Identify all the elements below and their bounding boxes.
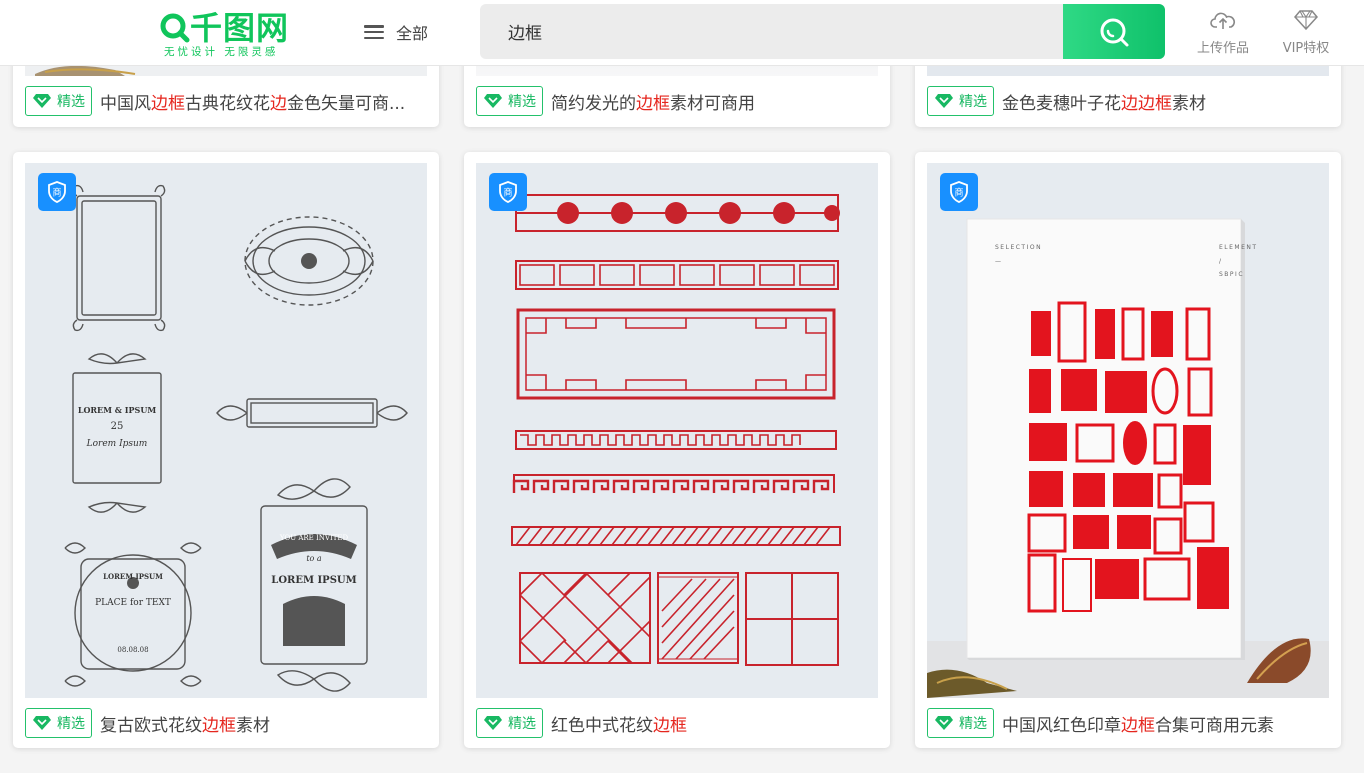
category-menu[interactable]: 全部 — [364, 18, 428, 46]
commercial-label: 商 — [954, 187, 963, 199]
featured-badge[interactable]: 精选 — [927, 86, 994, 116]
diamond-badge-icon — [935, 716, 953, 730]
top-header: 千图网 无忧设计 无限灵感 全部 上传作品 — [0, 0, 1364, 66]
card-title[interactable]: 中国风边框古典花纹花边金色矢量可商... — [100, 89, 405, 114]
commercial-badge: 商 — [489, 173, 527, 211]
featured-badge-label: 精选 — [57, 94, 85, 110]
logo-text: 千图网 — [190, 9, 290, 47]
diamond-icon — [1294, 10, 1318, 31]
thumb-text: PLACE for TEXT — [95, 598, 171, 608]
commercial-label: 商 — [52, 187, 61, 199]
thumb-text: SELECTION — [995, 244, 1042, 251]
thumb-text: YOU ARE INVITED — [279, 534, 349, 542]
search-input[interactable] — [480, 4, 1062, 59]
svg-text:/: / — [1219, 258, 1223, 265]
card-title[interactable]: 简约发光的边框素材可商用 — [551, 89, 755, 114]
thumb-text: LOREM & IPSUM — [78, 405, 157, 415]
card-meta: 精选 中国风红色印章边框合集可商用元素 — [927, 707, 1274, 739]
commercial-badge: 商 — [940, 173, 978, 211]
featured-badge[interactable]: 精选 — [927, 708, 994, 738]
featured-badge[interactable]: 精选 — [476, 708, 543, 738]
logo-wordmark: 千图网 — [160, 10, 289, 46]
search-icon — [1100, 18, 1129, 46]
vip-label: VIP特权 — [1282, 41, 1330, 56]
hamburger-icon — [364, 25, 384, 39]
shield-commercial-icon: 商 — [950, 181, 968, 203]
featured-badge-label: 精选 — [508, 94, 536, 110]
result-card[interactable]: SELECTION — ELEMENT / SBPIC 商 精选 中国风红色印章… — [915, 152, 1341, 748]
card-meta: 精选 中国风边框古典花纹花边金色矢量可商... — [25, 85, 405, 117]
card-meta: 精选 红色中式花纹边框 — [476, 707, 687, 739]
card-title[interactable]: 中国风红色印章边框合集可商用元素 — [1002, 711, 1274, 736]
commercial-badge: 商 — [38, 173, 76, 211]
svg-text:—: — — [995, 258, 1003, 265]
thumb-text: SBPIC — [1219, 271, 1244, 278]
diamond-badge-icon — [33, 716, 51, 730]
vip-button[interactable]: VIP特权 — [1271, 8, 1341, 58]
card-thumbnail[interactable]: 商 — [476, 163, 878, 698]
result-card[interactable]: 商 精选 红色中式花纹边框 — [464, 152, 890, 748]
card-title[interactable]: 红色中式花纹边框 — [551, 711, 687, 736]
logo-q-icon — [160, 13, 190, 43]
thumb-text: LOREM IPSUM — [271, 575, 356, 586]
featured-badge-label: 精选 — [959, 94, 987, 110]
thumbnail-art: LOREM & IPSUM 25 Lorem Ipsum LOREM IPSUM… — [64, 184, 408, 692]
card-meta: 精选 金色麦穗叶子花边边框素材 — [927, 85, 1206, 117]
thumb-text: LOREM IPSUM — [103, 572, 163, 581]
upload-button[interactable]: 上传作品 — [1188, 8, 1258, 58]
result-card[interactable]: LOREM & IPSUM 25 Lorem Ipsum LOREM IPSUM… — [13, 152, 439, 748]
thumb-text: ELEMENT — [1219, 244, 1258, 251]
card-title[interactable]: 金色麦穗叶子花边边框素材 — [1002, 89, 1206, 114]
card-title[interactable]: 复古欧式花纹边框素材 — [100, 711, 270, 736]
thumbnail-art — [511, 194, 841, 666]
site-logo[interactable]: 千图网 无忧设计 无限灵感 — [160, 8, 300, 60]
card-meta: 精选 复古欧式花纹边框素材 — [25, 707, 270, 739]
featured-badge[interactable]: 精选 — [25, 708, 92, 738]
diamond-badge-icon — [484, 94, 502, 108]
shield-commercial-icon: 商 — [499, 181, 517, 203]
featured-badge-label: 精选 — [959, 716, 987, 732]
thumbnail-art: SELECTION — ELEMENT / SBPIC — [927, 218, 1329, 698]
thumb-text: 25 — [111, 421, 124, 432]
featured-badge[interactable]: 精选 — [25, 86, 92, 116]
search-button[interactable] — [1063, 4, 1165, 59]
diamond-badge-icon — [484, 716, 502, 730]
shield-commercial-icon: 商 — [48, 181, 66, 203]
commercial-label: 商 — [503, 187, 512, 199]
cloud-upload-icon — [1210, 12, 1236, 29]
card-meta: 精选 简约发光的边框素材可商用 — [476, 85, 755, 117]
thumb-text: to a — [306, 554, 322, 563]
thumb-text: Lorem Ipsum — [86, 439, 148, 449]
featured-badge[interactable]: 精选 — [476, 86, 543, 116]
upload-label: 上传作品 — [1196, 41, 1249, 56]
card-thumbnail[interactable]: SELECTION — ELEMENT / SBPIC 商 — [927, 163, 1329, 698]
category-menu-label: 全部 — [396, 24, 429, 43]
diamond-badge-icon — [935, 94, 953, 108]
card-thumbnail[interactable]: LOREM & IPSUM 25 Lorem Ipsum LOREM IPSUM… — [25, 163, 427, 698]
search-bar — [480, 4, 1165, 59]
featured-badge-label: 精选 — [57, 716, 85, 732]
diamond-badge-icon — [33, 94, 51, 108]
thumb-text: 08.08.08 — [117, 646, 148, 654]
logo-tagline: 无忧设计 无限灵感 — [164, 46, 279, 58]
featured-badge-label: 精选 — [508, 716, 536, 732]
